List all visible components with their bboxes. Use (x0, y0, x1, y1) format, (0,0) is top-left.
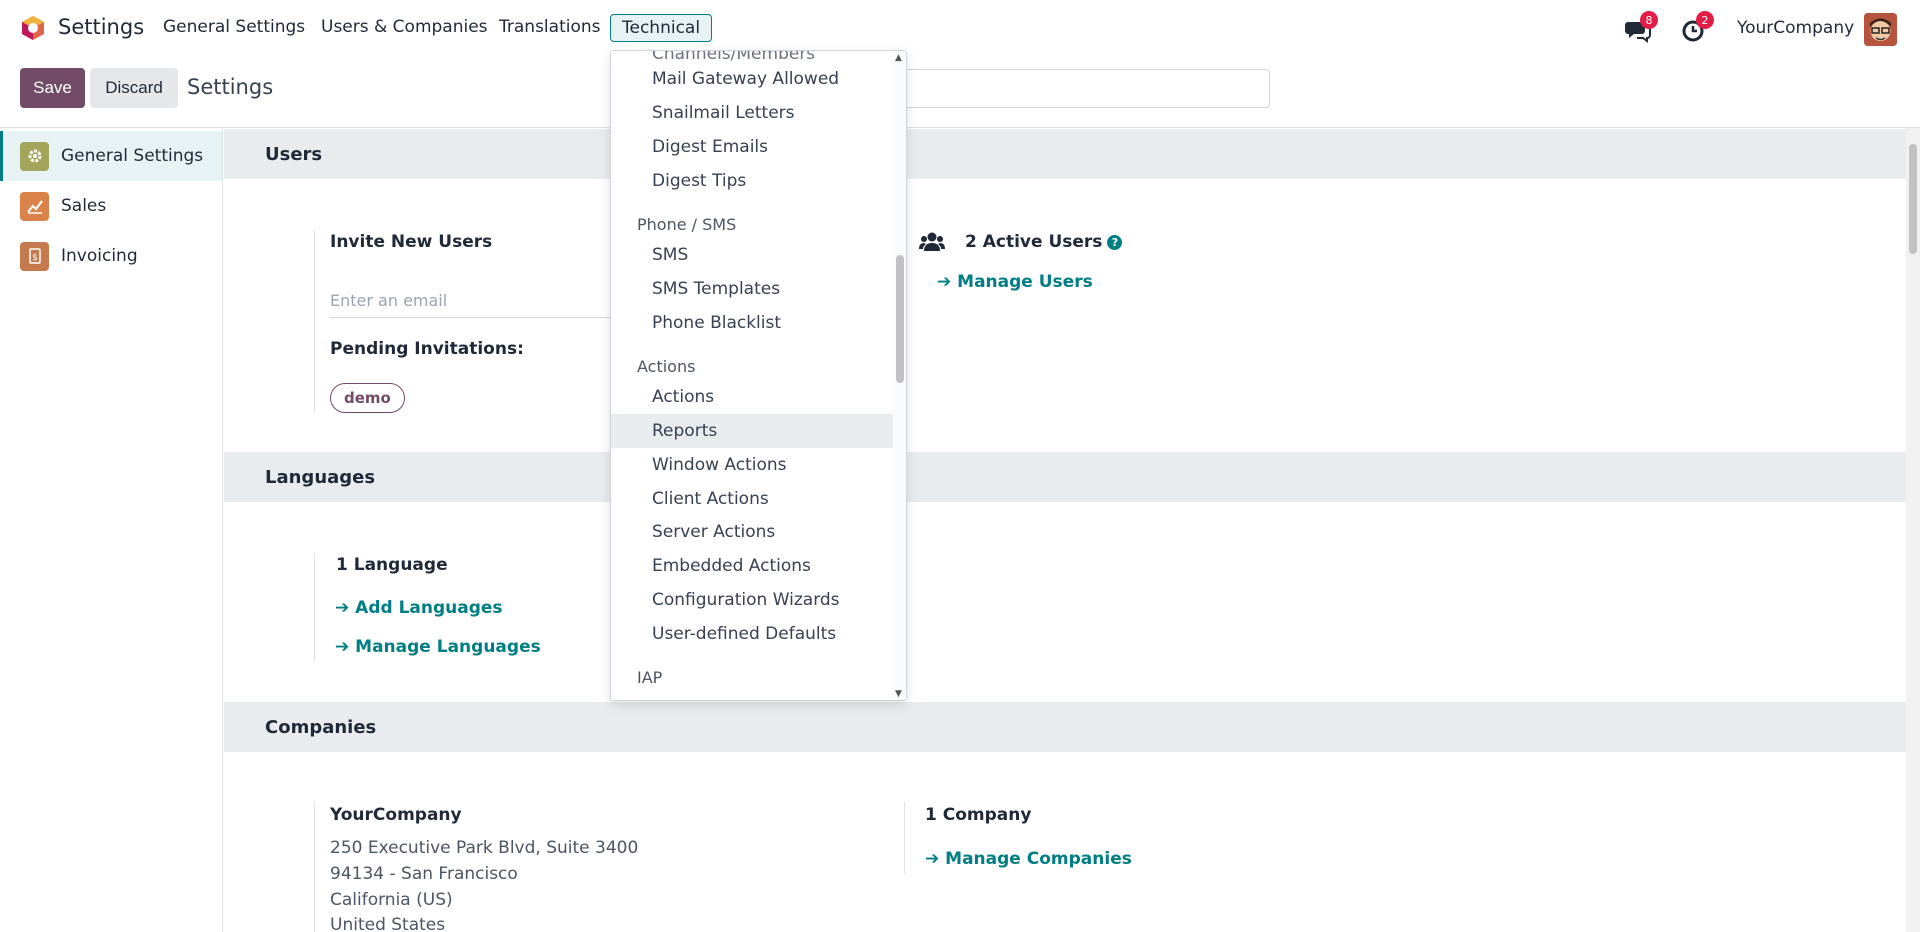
dropdown-item-window-actions[interactable]: Window Actions (611, 448, 893, 482)
dropdown-item-digest-emails[interactable]: Digest Emails (611, 130, 893, 164)
company-name: YourCompany (330, 805, 462, 825)
main-scrollbar-thumb[interactable] (1909, 144, 1917, 254)
menu-general-settings[interactable]: General Settings (163, 17, 305, 37)
invite-users-label: Invite New Users (330, 232, 493, 252)
users-section-title: Users (265, 143, 323, 165)
gear-icon (20, 141, 49, 171)
messages-badge: 8 (1640, 11, 1658, 29)
languages-section-header: Languages (224, 452, 1906, 502)
active-users-count: 2 Active Users? (965, 232, 1123, 252)
users-icon (919, 232, 945, 251)
pending-invitation-tag[interactable]: demo (330, 383, 405, 413)
top-navbar: Settings General Settings Users & Compan… (0, 0, 1920, 58)
dropdown-item-mail-gateway[interactable]: Mail Gateway Allowed (611, 62, 893, 96)
app-logo-icon[interactable] (20, 15, 46, 41)
control-panel-divider (0, 127, 1920, 128)
breadcrumb: Settings (187, 75, 274, 99)
discard-button[interactable]: Discard (90, 68, 178, 108)
dropdown-item-phone-blacklist[interactable]: Phone Blacklist (611, 306, 893, 340)
sidebar-item-sales[interactable]: Sales (0, 181, 222, 231)
messages-button[interactable]: 8 (1624, 11, 1658, 44)
languages-section-title: Languages (265, 466, 376, 488)
dropdown-item-snailmail[interactable]: Snailmail Letters (611, 96, 893, 130)
invoice-icon: $ (20, 241, 49, 271)
dropdown-header-actions: Actions (637, 357, 696, 376)
dropdown-item-sms-templates[interactable]: SMS Templates (611, 272, 893, 306)
app-title[interactable]: Settings (58, 15, 144, 39)
main-scrollbar[interactable] (1906, 128, 1920, 932)
users-divider (314, 230, 315, 412)
arrow-right-icon: ➔ (335, 637, 356, 657)
company-address-line: United States (330, 915, 446, 932)
save-button[interactable]: Save (20, 68, 85, 108)
dropdown-item-user-defined-defaults[interactable]: User-defined Defaults (611, 617, 893, 651)
menu-users-companies[interactable]: Users & Companies (321, 17, 488, 37)
companies-section-title: Companies (265, 716, 377, 738)
sidebar-item-general-settings[interactable]: General Settings (0, 131, 222, 181)
scroll-down-arrow-icon[interactable]: ▼ (895, 689, 902, 699)
company-divider (314, 802, 315, 932)
sidebar-item-label: Sales (61, 196, 107, 216)
dropdown-item-server-actions[interactable]: Server Actions (611, 515, 893, 549)
language-count: 1 Language (336, 555, 448, 575)
pending-invitations-label: Pending Invitations: (330, 339, 524, 359)
activities-badge: 2 (1696, 11, 1714, 29)
svg-text:$: $ (32, 253, 38, 263)
languages-divider (314, 553, 315, 661)
arrow-right-icon: ➔ (925, 849, 946, 869)
users-section-header: Users (224, 129, 1906, 179)
company-address-line: California (US) (330, 890, 453, 910)
dropdown-header-phone-sms: Phone / SMS (637, 215, 737, 234)
dropdown-item-sms[interactable]: SMS (611, 238, 893, 272)
sidebar-item-label: General Settings (61, 146, 204, 166)
company-count-divider (904, 802, 905, 874)
manage-companies-link[interactable]: ➔ Manage Companies (925, 849, 1132, 869)
menu-translations[interactable]: Translations (499, 17, 601, 37)
chart-icon (20, 191, 49, 221)
arrow-right-icon: ➔ (937, 272, 958, 292)
dropdown-scrollbar[interactable]: ▲ ▼ (893, 51, 906, 700)
company-count: 1 Company (925, 805, 1032, 825)
user-avatar[interactable] (1864, 13, 1897, 46)
manage-languages-link[interactable]: ➔ Manage Languages (335, 637, 541, 657)
search-input[interactable] (880, 69, 1270, 108)
add-languages-link[interactable]: ➔ Add Languages (335, 598, 503, 618)
companies-section-header: Companies (224, 702, 1906, 752)
manage-users-link[interactable]: ➔ Manage Users (937, 272, 1093, 292)
email-field[interactable]: Enter an email (330, 288, 610, 318)
dropdown-item-embedded-actions[interactable]: Embedded Actions (611, 549, 893, 583)
company-address-line: 94134 - San Francisco (330, 864, 518, 884)
settings-sidebar: General Settings Sales $ Invoicing (0, 128, 223, 932)
scroll-up-arrow-icon[interactable]: ▲ (895, 53, 902, 63)
menu-technical[interactable]: Technical (610, 14, 713, 42)
dropdown-item-configuration-wizards[interactable]: Configuration Wizards (611, 583, 893, 617)
dropdown-item-reports[interactable]: Reports (611, 414, 893, 448)
technical-dropdown-menu: Channels/Members Mail Gateway Allowed Sn… (610, 50, 907, 701)
dropdown-scrollbar-thumb[interactable] (896, 255, 904, 383)
dropdown-item-client-actions[interactable]: Client Actions (611, 482, 893, 516)
help-icon[interactable]: ? (1107, 234, 1123, 250)
sidebar-item-invoicing[interactable]: $ Invoicing (0, 231, 222, 281)
company-address-line: 250 Executive Park Blvd, Suite 3400 (330, 838, 639, 858)
dropdown-item-actions[interactable]: Actions (611, 380, 893, 414)
company-switcher[interactable]: YourCompany (1737, 18, 1854, 38)
dropdown-header-iap: IAP (637, 668, 663, 687)
dropdown-item-digest-tips[interactable]: Digest Tips (611, 164, 893, 198)
activities-button[interactable]: 2 (1680, 11, 1714, 44)
arrow-right-icon: ➔ (335, 598, 356, 618)
sidebar-item-label: Invoicing (61, 246, 138, 266)
